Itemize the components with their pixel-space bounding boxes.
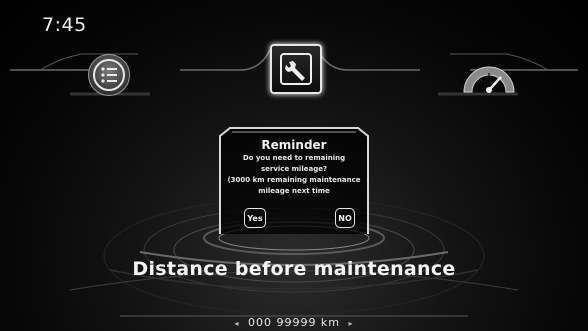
dialog-message: Do you need to remaining service mileage… bbox=[222, 153, 366, 197]
dialog-message-line-2: service mileage? bbox=[260, 165, 328, 173]
maintenance-screen: 7:45 Reminder Do you need to remaining s… bbox=[0, 0, 588, 331]
mileage-decrease-arrow[interactable]: ◂ bbox=[230, 319, 243, 328]
page-title-part-2: before maintenance bbox=[234, 258, 456, 280]
dialog-message-line-3: (3000 km remaining maintenance bbox=[227, 176, 361, 184]
gauge-button[interactable] bbox=[458, 56, 520, 96]
mileage-value: 000 99999 km bbox=[247, 316, 341, 329]
mileage-readout: ◂ 000 99999 km ▸ bbox=[0, 316, 588, 329]
mileage-increase-arrow[interactable]: ▸ bbox=[345, 319, 358, 328]
wrench-icon bbox=[280, 53, 312, 85]
dialog-title: Reminder bbox=[261, 138, 327, 152]
maintenance-wrench-button[interactable] bbox=[270, 44, 322, 94]
dialog-message-line-4: mileage next time bbox=[258, 187, 330, 195]
list-icon bbox=[93, 59, 125, 91]
page-title: Distance before maintenance bbox=[0, 258, 588, 280]
no-button[interactable]: NO bbox=[335, 208, 355, 228]
page-title-part-1: Distance bbox=[132, 258, 235, 280]
reminder-dialog: Reminder Do you need to remaining servic… bbox=[216, 126, 372, 236]
yes-button[interactable]: Yes bbox=[244, 208, 266, 228]
dialog-message-line-1: Do you need to remaining bbox=[242, 154, 346, 162]
menu-list-button[interactable] bbox=[88, 54, 130, 96]
speedometer-icon bbox=[463, 66, 515, 93]
